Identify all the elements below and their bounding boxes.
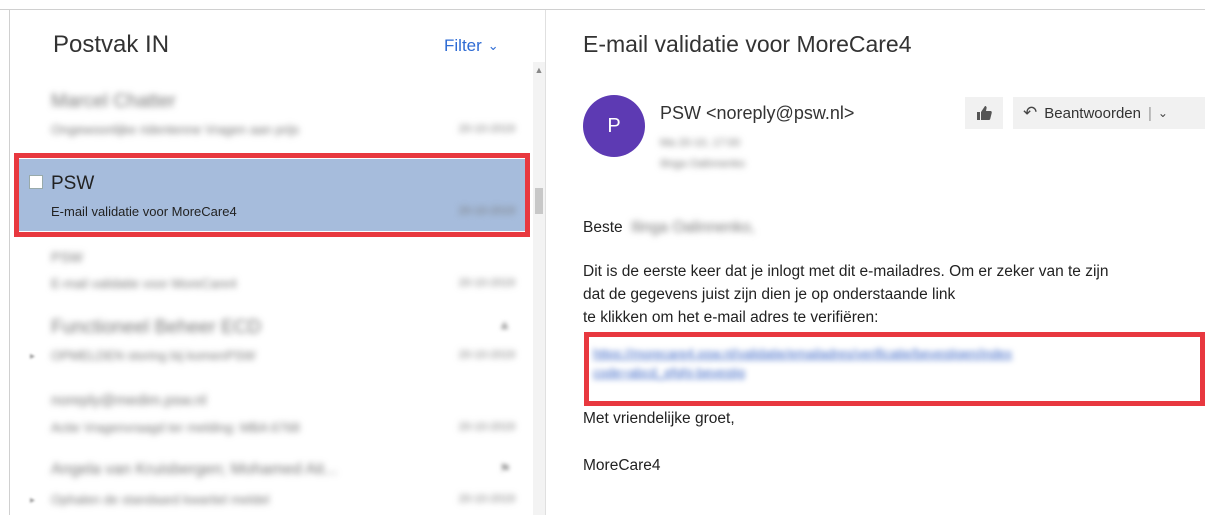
- attachment-icon: ▲: [498, 317, 511, 332]
- message-list-item[interactable]: ▸ ▲ Functioneel Beheer ECD OPMELDEN stor…: [15, 303, 529, 375]
- signature: MoreCare4: [583, 457, 661, 474]
- avatar[interactable]: P: [583, 95, 645, 157]
- reply-label: Beantwoorden: [1044, 104, 1141, 122]
- message-date: 20-10-2019: [458, 277, 515, 289]
- filter-label: Filter: [444, 36, 482, 55]
- expand-caret-icon[interactable]: ▸: [30, 351, 35, 362]
- scrollbar-thumb[interactable]: [535, 188, 543, 214]
- message-sender: Angela van Kruisbergen; Mohamed Ait...: [51, 461, 338, 478]
- message-list-item[interactable]: PSW E-mail validatie voor MoreCare4 20-1…: [15, 231, 529, 303]
- body-line: Dit is de eerste keer dat je inlogt met …: [583, 263, 1109, 280]
- inbox-title: Postvak IN: [53, 31, 170, 58]
- body-line: dat de gegevens juist zijn dien je op on…: [583, 286, 956, 303]
- inbox-header: Postvak IN Filter ⌄: [10, 11, 545, 71]
- message-subject: Actie Vragenvraagd ter melding: MBA 6768: [51, 420, 300, 435]
- message-date: 20-10-2019: [458, 349, 515, 361]
- message-date: 20-10-2019: [458, 123, 515, 135]
- verification-link[interactable]: https://morecare4.psw.nl/validatie/email…: [593, 344, 1012, 382]
- reading-pane: E-mail validatie voor MoreCare4 P PSW <n…: [546, 11, 1205, 515]
- flag-icon: ⚑: [499, 461, 511, 476]
- thumbs-up-icon: [977, 106, 992, 120]
- message-date: 20-10-2019: [458, 421, 515, 433]
- message-subject: OPMELDEN storing bij komenPSW: [51, 348, 256, 363]
- link-line: code=abcd_efghi-bevestig: [593, 365, 746, 380]
- message-sender: Functioneel Beheer ECD: [51, 317, 262, 338]
- message-sender: noreply@medim.psw.nl: [51, 392, 207, 409]
- message-sender: PSW: [51, 249, 83, 265]
- scroll-up-icon[interactable]: ▲: [533, 62, 545, 78]
- message-subject: E-mail validatie voor MoreCare4: [51, 276, 237, 291]
- sender-address[interactable]: PSW <noreply@psw.nl>: [660, 103, 854, 124]
- reply-arrow-icon: ↶: [1023, 103, 1038, 122]
- message-subject: Ongewoonlijke ridentenne Vragen aan prij…: [51, 122, 300, 137]
- closing-line: Met vriendelijke groet,: [583, 410, 735, 427]
- message-sender: PSW: [51, 173, 95, 194]
- message-list-item[interactable]: noreply@medim.psw.nl Actie Vragenvraagd …: [15, 375, 529, 447]
- chevron-down-icon: ⌄: [487, 38, 499, 53]
- message-subject: Ophalen de standaard kwartiel meldel: [51, 492, 270, 507]
- greeting: Beste: [583, 219, 623, 236]
- like-button[interactable]: [965, 97, 1003, 129]
- message-list-item[interactable]: Marcel Chatter Ongewoonlijke ridentenne …: [15, 77, 529, 149]
- chevron-down-icon[interactable]: ⌄: [1158, 106, 1168, 120]
- reply-separator: |: [1148, 104, 1152, 122]
- greeting-line: Beste Ilinga Oalinnenko,: [583, 219, 755, 237]
- message-sender: Marcel Chatter: [51, 91, 176, 112]
- message-list-item-selected[interactable]: PSW E-mail validatie voor MoreCare4 20-1…: [15, 159, 529, 231]
- message-date: 20-10-2019: [458, 493, 515, 505]
- message-date: 20-10-2019: [458, 205, 515, 217]
- greeting-name: Ilinga Oalinnenko,: [630, 219, 756, 236]
- body-line: te klikken om het e-mail adres te verifi…: [583, 309, 879, 326]
- recipient[interactable]: Ilinga Oalinnenko: [660, 158, 745, 170]
- expand-caret-icon[interactable]: ▸: [30, 495, 35, 506]
- message-list-scrollbar[interactable]: ▲: [533, 62, 545, 515]
- inbox-pane: Postvak IN Filter ⌄ Marcel Chatter Ongewo…: [10, 11, 545, 515]
- sent-date: Ma 20-10, 17:00: [660, 137, 741, 149]
- email-subject: E-mail validatie voor MoreCare4: [583, 31, 912, 57]
- window-top-edge: [0, 0, 1205, 10]
- message-list-item[interactable]: ▸ ⚑ Angela van Kruisbergen; Mohamed Ait.…: [15, 447, 529, 515]
- message-checkbox[interactable]: [29, 175, 43, 189]
- link-line: https://morecare4.psw.nl/validatie/email…: [593, 346, 1013, 361]
- filter-button[interactable]: Filter ⌄: [444, 36, 499, 56]
- message-subject: E-mail validatie voor MoreCare4: [51, 204, 237, 219]
- reply-button[interactable]: ↶ Beantwoorden | ⌄: [1013, 97, 1205, 129]
